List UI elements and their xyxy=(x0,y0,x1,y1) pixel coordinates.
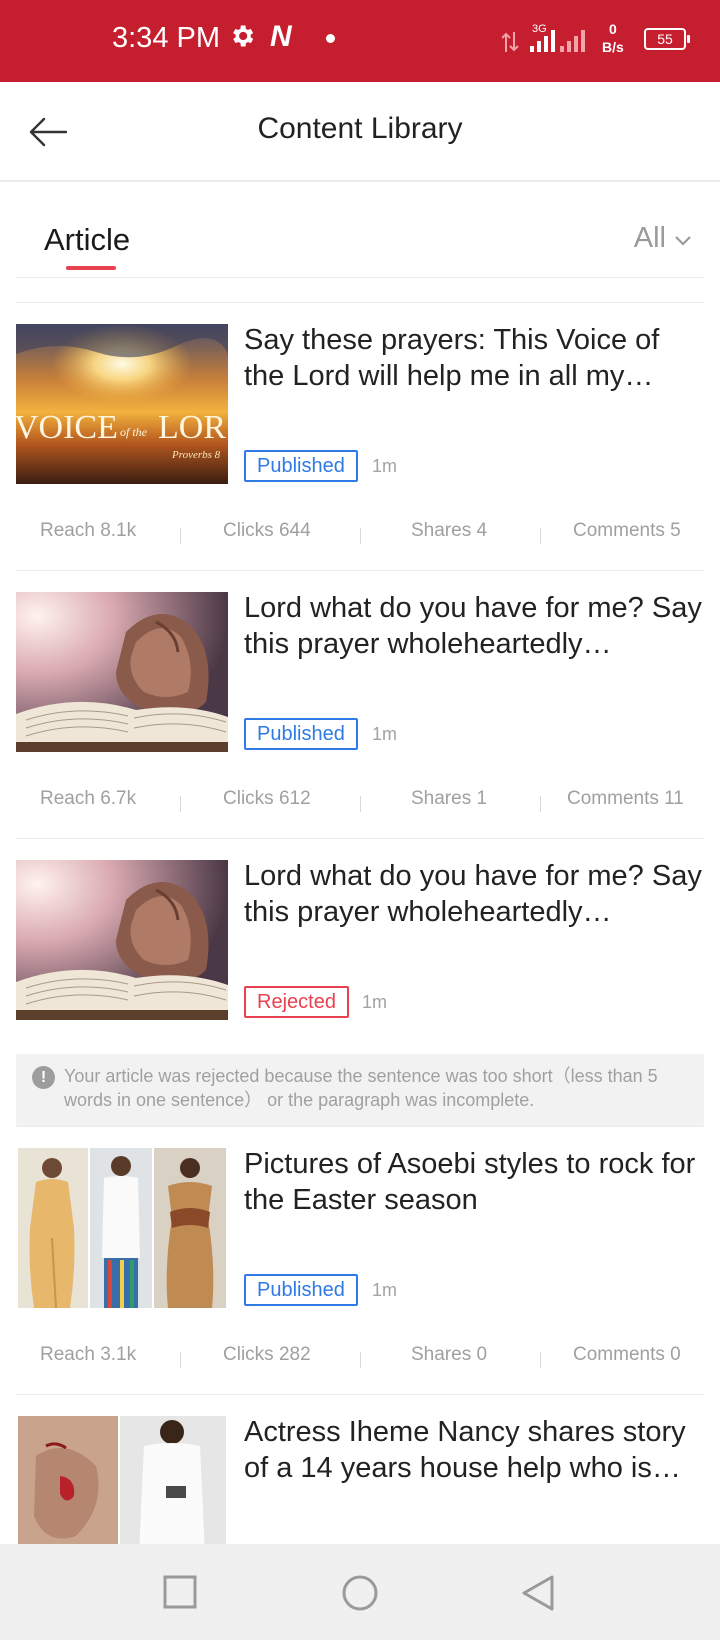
article-stats: Reach 8.1k Clicks 644 Shares 4 Comments … xyxy=(16,520,704,550)
divider xyxy=(540,1352,541,1368)
stat-comments: Comments 5 xyxy=(573,520,681,541)
gear-icon xyxy=(228,22,256,55)
article-thumbnail: VOICE of the LOR Proverbs 8 xyxy=(16,324,228,484)
rejection-message: Your article was rejected because the se… xyxy=(64,1066,658,1110)
article-thumbnail xyxy=(16,860,228,1020)
stat-clicks: Clicks 282 xyxy=(223,1344,311,1365)
svg-text:VOICE: VOICE xyxy=(16,409,118,446)
article-thumbnail xyxy=(16,1148,228,1308)
stat-clicks: Clicks 612 xyxy=(223,788,311,809)
stat-shares: Shares 4 xyxy=(411,520,488,541)
divider xyxy=(16,838,704,839)
stat-shares: Shares 0 xyxy=(411,1344,488,1365)
stat-shares: Shares 1 xyxy=(411,788,488,809)
divider xyxy=(16,1126,704,1127)
stat-clicks: Clicks 644 xyxy=(223,520,311,541)
article-headline: Pictures of Asoebi styles to rock for th… xyxy=(244,1148,696,1216)
svg-text:of the: of the xyxy=(120,425,148,439)
article-card[interactable]: VOICE of the LOR Proverbs 8 Say these pr… xyxy=(16,302,704,570)
status-badge: Published xyxy=(244,450,358,482)
article-headline: Lord what do you have for me? Say this p… xyxy=(244,592,702,660)
divider xyxy=(180,1352,181,1368)
article-stats: Reach 3.1k Clicks 282 Shares 0 Comments … xyxy=(16,1344,704,1374)
article-card[interactable]: Lord what do you have for me? Say this p… xyxy=(16,838,704,1136)
article-thumbnail xyxy=(16,592,228,752)
page-title: Content Library xyxy=(257,112,463,145)
divider xyxy=(540,796,541,812)
status-time: 3:34 PM xyxy=(112,22,220,54)
article-age: 1m xyxy=(362,992,388,1012)
chevron-down-icon xyxy=(674,222,692,255)
active-tab-indicator xyxy=(66,266,116,270)
status-bar: 3:34 PM N 3G 0 B/s 55 xyxy=(0,0,720,82)
status-badge: Rejected xyxy=(244,986,349,1018)
article-headline: Actress Iheme Nancy shares story of a 14… xyxy=(244,1416,686,1484)
divider xyxy=(360,796,361,812)
system-nav-bar xyxy=(0,1544,720,1640)
filter-label: All xyxy=(633,222,666,254)
stat-comments: Comments 11 xyxy=(567,788,684,809)
home-button[interactable] xyxy=(341,1574,379,1617)
article-age: 1m xyxy=(372,1280,398,1300)
back-button[interactable] xyxy=(520,1574,556,1617)
article-card[interactable]: Actress Iheme Nancy shares story of a 14… xyxy=(16,1394,704,1544)
article-age: 1m xyxy=(372,724,398,744)
divider xyxy=(16,1394,704,1395)
filter-dropdown[interactable]: All xyxy=(634,222,692,255)
news-app-logo-icon: N xyxy=(270,20,292,53)
divider xyxy=(360,1352,361,1368)
divider xyxy=(16,302,704,303)
stat-reach: Reach 3.1k xyxy=(40,1344,137,1365)
recent-apps-button[interactable] xyxy=(162,1574,198,1615)
svg-text:Proverbs 8: Proverbs 8 xyxy=(171,449,221,461)
battery-icon: 55 xyxy=(644,28,690,50)
network-speed: 0 B/s xyxy=(602,21,624,55)
svg-text:3G: 3G xyxy=(532,23,547,35)
article-thumbnail xyxy=(16,1416,228,1544)
status-badge: Published xyxy=(244,718,358,750)
stat-reach: Reach 8.1k xyxy=(40,520,137,541)
notification-dot-icon xyxy=(326,34,335,43)
stat-comments: Comments 0 xyxy=(573,1344,681,1365)
divider xyxy=(540,528,541,544)
article-headline: Lord what do you have for me? Say this p… xyxy=(244,860,702,928)
divider xyxy=(16,570,704,571)
app-bar: Content Library xyxy=(0,82,720,182)
divider xyxy=(180,796,181,812)
divider xyxy=(360,528,361,544)
article-card[interactable]: Pictures of Asoebi styles to rock for th… xyxy=(16,1126,704,1394)
info-icon: ! xyxy=(32,1066,55,1089)
rejection-notice: ! Your article was rejected because the … xyxy=(16,1054,704,1126)
tab-article[interactable]: Article xyxy=(44,222,130,258)
article-headline: Say these prayers: This Voice of the Lor… xyxy=(244,324,660,392)
divider xyxy=(16,277,704,278)
divider xyxy=(180,528,181,544)
svg-text:LOR: LOR xyxy=(158,409,226,446)
article-card[interactable]: Lord what do you have for me? Say this p… xyxy=(16,570,704,838)
tab-row: Article All xyxy=(0,182,720,278)
status-badge: Published xyxy=(244,1274,358,1306)
article-age: 1m xyxy=(372,456,398,476)
stat-reach: Reach 6.7k xyxy=(40,788,137,809)
signal-icon: 3G xyxy=(501,22,598,61)
article-stats: Reach 6.7k Clicks 612 Shares 1 Comments … xyxy=(16,788,704,818)
